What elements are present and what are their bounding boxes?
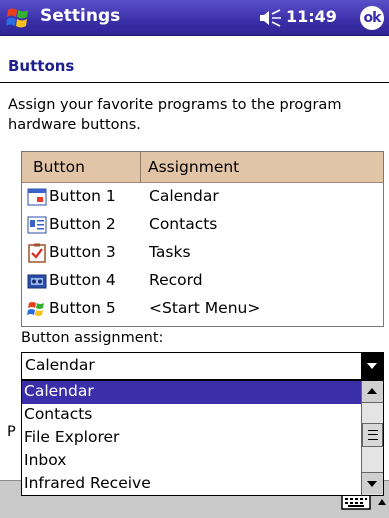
table-row[interactable]: Button 5 <Start Menu> xyxy=(22,295,383,323)
ok-button[interactable]: ok xyxy=(360,6,384,30)
dropdown-option[interactable]: Calendar xyxy=(22,381,361,404)
column-header-assignment[interactable]: Assignment xyxy=(142,152,382,182)
button-assignment-label: Button assignment: xyxy=(21,330,164,346)
app-title: Settings xyxy=(40,6,121,26)
dropdown-option[interactable]: Contacts xyxy=(22,404,361,427)
scrollbar[interactable] xyxy=(361,381,383,495)
scroll-thumb[interactable] xyxy=(362,423,383,447)
partial-label: P xyxy=(7,424,16,440)
dropdown-option[interactable]: Infrared Receive xyxy=(22,473,361,496)
button-name: Button 1 xyxy=(49,187,116,205)
tasks-icon xyxy=(28,243,46,263)
dropdown-arrow-icon[interactable] xyxy=(361,353,383,379)
table-header: Button Assignment xyxy=(22,152,383,183)
button-name: Button 3 xyxy=(49,243,116,261)
table-row[interactable]: Button 3 Tasks xyxy=(22,239,383,267)
assignment-name: Record xyxy=(149,271,203,289)
assignment-name: Contacts xyxy=(149,215,218,233)
scroll-up-icon[interactable] xyxy=(362,381,383,403)
title-bar: Settings 11:49 ok xyxy=(0,0,389,36)
button-assignment-dropdown[interactable]: Calendar xyxy=(21,352,384,380)
clock[interactable]: 11:49 xyxy=(286,7,337,26)
dropdown-option[interactable]: File Explorer xyxy=(22,427,361,450)
dropdown-options-list[interactable]: Calendar Contacts File Explorer Inbox In… xyxy=(21,380,384,496)
divider xyxy=(0,82,389,83)
table-row[interactable]: Button 1 Calendar xyxy=(22,183,383,211)
speaker-icon[interactable] xyxy=(258,9,282,27)
calendar-icon xyxy=(27,188,47,206)
table-row[interactable]: Button 4 Record xyxy=(22,267,383,295)
contacts-icon xyxy=(27,216,47,234)
selected-value: Calendar xyxy=(25,356,95,374)
button-name: Button 5 xyxy=(49,299,116,317)
page-title: Buttons xyxy=(8,57,75,75)
assignment-name: Tasks xyxy=(149,243,191,261)
table-row[interactable]: Button 2 Contacts xyxy=(22,211,383,239)
dropdown-option[interactable]: Inbox xyxy=(22,450,361,473)
windows-start-icon[interactable] xyxy=(5,4,33,32)
button-name: Button 2 xyxy=(49,215,116,233)
record-icon xyxy=(27,274,47,289)
assignment-name: <Start Menu> xyxy=(149,299,261,317)
input-panel-arrow-icon[interactable] xyxy=(377,497,387,507)
assignment-name: Calendar xyxy=(149,187,219,205)
description-text: Assign your favorite programs to the pro… xyxy=(8,97,342,133)
start-menu-icon xyxy=(27,302,44,316)
button-assignment-table: Button Assignment Button 1 Calendar Butt… xyxy=(21,151,384,327)
button-name: Button 4 xyxy=(49,271,116,289)
scroll-down-icon[interactable] xyxy=(362,472,383,494)
column-header-button[interactable]: Button xyxy=(22,152,141,182)
